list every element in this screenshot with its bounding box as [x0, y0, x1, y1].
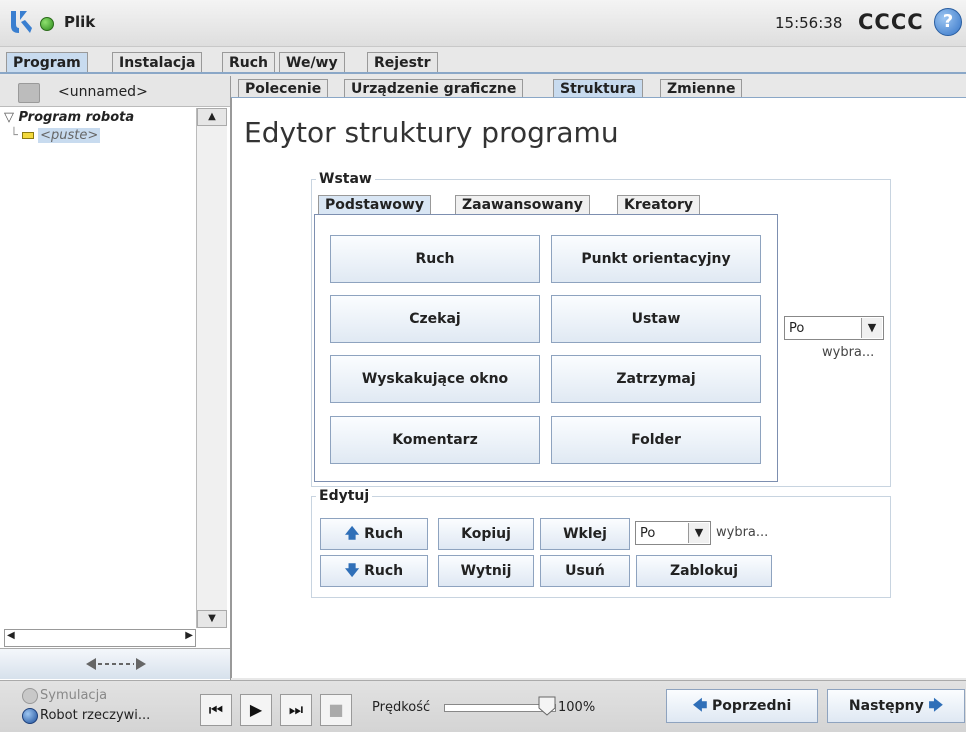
move-up-button[interactable]: 🡅 Ruch: [320, 518, 428, 550]
tab-log[interactable]: Rejestr: [367, 52, 438, 73]
tab-move[interactable]: Ruch: [222, 52, 276, 73]
edit-legend: Edytuj: [316, 488, 373, 504]
universal-robots-logo: [11, 11, 32, 33]
clock: 15:56:38: [775, 14, 843, 32]
robot-name: CCCC: [858, 10, 924, 34]
arrow-right-icon: 🡆: [928, 698, 944, 714]
tab-installation[interactable]: Instalacja: [112, 52, 203, 73]
tree-root[interactable]: ▽ Program robota: [4, 110, 134, 125]
delete-button[interactable]: Usuń: [540, 555, 630, 587]
chevron-down-icon[interactable]: ▼: [688, 523, 709, 543]
scroll-up-icon[interactable]: ▲: [197, 108, 227, 126]
tree-horizontal-scrollbar[interactable]: ◀ ▶: [4, 629, 196, 647]
insert-halt-button[interactable]: Zatrzymaj: [551, 355, 761, 403]
tab-program[interactable]: Program: [6, 52, 88, 73]
simulation-radio[interactable]: [22, 688, 38, 704]
file-menu[interactable]: Plik: [64, 13, 95, 31]
tab-structure[interactable]: Struktura: [553, 79, 643, 98]
tab-divider: [0, 72, 966, 74]
tab-advanced[interactable]: Zaawansowany: [455, 195, 590, 214]
paste-button[interactable]: Wklej: [540, 518, 630, 550]
move-down-button[interactable]: 🡇 Ruch: [320, 555, 428, 587]
insert-position-value: Po: [789, 321, 805, 336]
play-icon[interactable]: ▶: [240, 694, 272, 726]
speed-value: 100%: [558, 700, 596, 715]
scroll-left-icon[interactable]: ◀: [7, 630, 15, 641]
simulation-label: Symulacja: [40, 688, 108, 703]
insert-wait-button[interactable]: Czekaj: [330, 295, 540, 343]
tree-root-label: Program robota: [18, 110, 135, 125]
insert-move-button[interactable]: Ruch: [330, 235, 540, 283]
help-icon[interactable]: ?: [934, 8, 962, 36]
next-label: Następny: [848, 698, 924, 714]
collapse-panel-button[interactable]: [0, 648, 230, 679]
tree-connector: └: [10, 128, 18, 143]
arrow-down-icon: 🡇: [344, 563, 360, 579]
insert-set-button[interactable]: Ustaw: [551, 295, 761, 343]
move-down-label: Ruch: [364, 563, 404, 579]
real-robot-radio[interactable]: [22, 708, 38, 724]
speed-label: Prędkość: [372, 700, 431, 715]
insert-waypoint-button[interactable]: Punkt orientacyjny: [551, 235, 761, 283]
paste-position-dropdown[interactable]: Po ▼: [635, 521, 711, 545]
tab-basic[interactable]: Podstawowy: [318, 195, 431, 214]
insert-popup-button[interactable]: Wyskakujące okno: [330, 355, 540, 403]
insert-folder-button[interactable]: Folder: [551, 416, 761, 464]
paste-position-suffix: wybra...: [716, 525, 769, 540]
tab-graphics[interactable]: Urządzenie graficzne: [344, 79, 524, 98]
insert-comment-button[interactable]: Komentarz: [330, 416, 540, 464]
cut-button[interactable]: Wytnij: [438, 555, 534, 587]
left-right-arrow-icon: [86, 658, 146, 670]
arrow-up-icon: 🡅: [344, 526, 360, 542]
expand-triangle-icon[interactable]: ▽: [4, 110, 14, 125]
save-icon[interactable]: [18, 83, 40, 103]
stop-icon[interactable]: ■: [320, 694, 352, 726]
next-button[interactable]: Następny 🡆: [827, 689, 965, 723]
arrow-left-icon: 🡄: [692, 698, 708, 714]
insert-position-suffix: wybra...: [822, 345, 875, 360]
page-title: Edytor struktury programu: [244, 116, 619, 149]
previous-button[interactable]: 🡄 Poprzedni: [666, 689, 818, 723]
program-tree[interactable]: ▽ Program robota └ <puste>: [2, 108, 194, 628]
lock-button[interactable]: Zablokuj: [636, 555, 772, 587]
tab-wizards[interactable]: Kreatory: [617, 195, 701, 214]
tree-child-label: <puste>: [38, 128, 101, 143]
speed-slider-handle[interactable]: [538, 696, 556, 716]
copy-button[interactable]: Kopiuj: [438, 518, 534, 550]
previous-label: Poprzedni: [712, 698, 792, 714]
tab-variables[interactable]: Zmienne: [660, 79, 743, 98]
scroll-down-icon[interactable]: ▼: [197, 610, 227, 628]
step-forward-icon[interactable]: ⏭: [280, 694, 312, 726]
tree-vertical-scrollbar[interactable]: ▲ ▼: [196, 108, 227, 628]
tab-command[interactable]: Polecenie: [238, 79, 329, 98]
skip-back-icon[interactable]: ⏮: [200, 694, 232, 726]
status-indicator-icon: [40, 17, 54, 31]
empty-node-icon: [21, 132, 34, 139]
insert-position-dropdown[interactable]: Po ▼: [784, 316, 884, 340]
program-filename: <unnamed>: [58, 84, 148, 100]
tab-io[interactable]: We/wy: [279, 52, 345, 73]
real-robot-label: Robot rzeczywi...: [40, 708, 151, 723]
insert-legend: Wstaw: [316, 171, 375, 187]
move-up-label: Ruch: [364, 526, 404, 542]
tree-child[interactable]: └ <puste>: [10, 128, 101, 143]
scroll-right-icon[interactable]: ▶: [185, 630, 193, 641]
paste-position-value: Po: [640, 526, 656, 541]
chevron-down-icon[interactable]: ▼: [861, 318, 882, 338]
